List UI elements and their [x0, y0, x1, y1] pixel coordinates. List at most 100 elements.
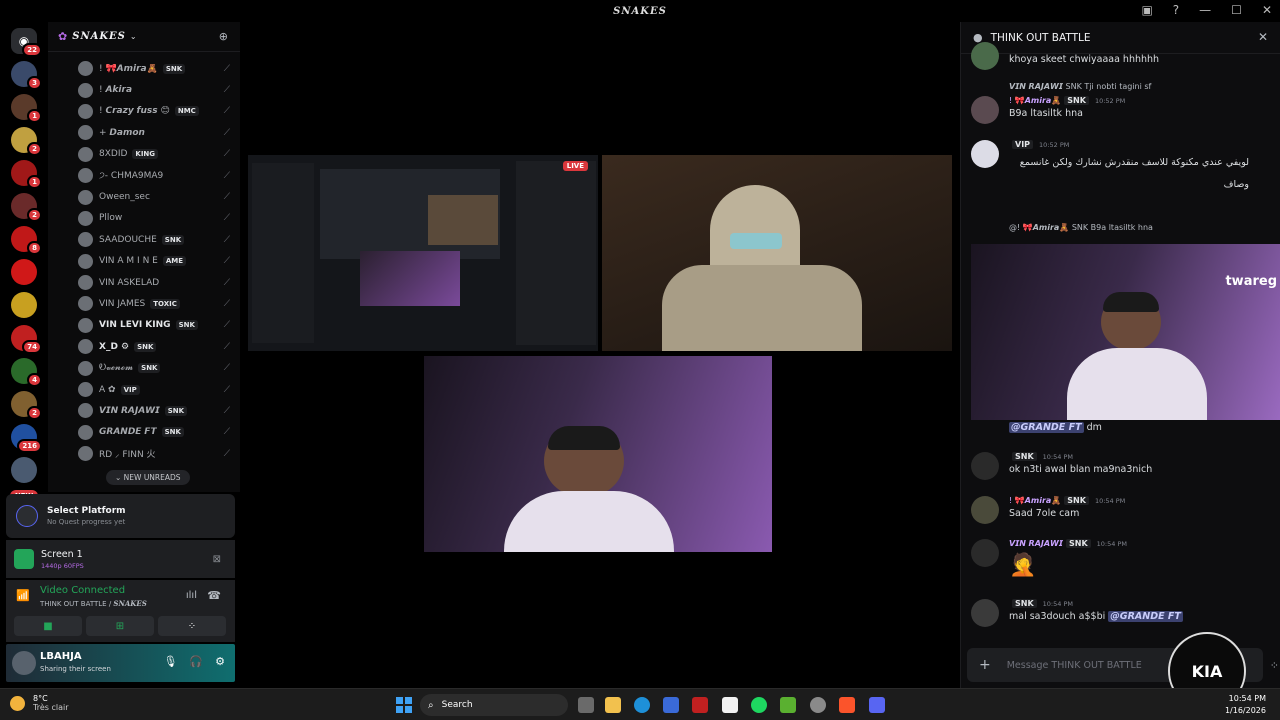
member-name: A ✿: [99, 384, 116, 395]
taskbar-search[interactable]: ⌕ Search: [420, 694, 568, 716]
mention[interactable]: @GRANDE FT: [1108, 611, 1183, 622]
live-badge: LIVE: [562, 161, 588, 171]
mention[interactable]: @GRANDE FT: [1009, 422, 1084, 433]
reply-preview[interactable]: 𝙑𝙄𝙉 𝙍𝘼𝙅𝘼𝙒𝙄 SNK Tji nobti tagini sf: [1009, 82, 1151, 91]
avatar: [971, 452, 999, 480]
brave-icon[interactable]: [839, 697, 855, 713]
help-icon[interactable]: ?: [1173, 3, 1179, 17]
voice-member-list: ! 🎀𝘼𝙢𝙞𝙧𝙖🧸 SNK ⟋! 𝘼𝙠𝙞𝙧𝙖 ⟋! 𝘾𝙧𝙖𝙯𝙮 𝙛𝙪𝙨𝙨 😊 NMC ⟋ +…: [48, 52, 240, 464]
voice-member[interactable]: Oween_sec ⟋: [48, 186, 240, 207]
voice-member[interactable]: ! 𝘼𝙠𝙞𝙧𝙖 ⟋: [48, 79, 240, 100]
server-badge: 2: [27, 406, 42, 420]
voice-member[interactable]: ! 🎀𝘼𝙢𝙞𝙧𝙖🧸 SNK ⟋: [48, 58, 240, 79]
weather-widget[interactable]: 8°C Très clair: [10, 694, 69, 712]
guild-header[interactable]: ✿ SNAKES ⌄ ⊕: [48, 22, 240, 52]
camera-tile-hooded-user[interactable]: [602, 155, 952, 351]
server-icon[interactable]: [11, 457, 37, 483]
voicemod-icon[interactable]: [692, 697, 708, 713]
composer-placeholder[interactable]: Message THINK OUT BATTLE: [1007, 660, 1142, 671]
voice-member[interactable]: Ꭷ𝓿𝓮𝓷𝓸𝓶 SNK ⟋: [48, 357, 240, 378]
maximize-button[interactable]: ☐: [1231, 3, 1242, 17]
close-chat-icon[interactable]: ✕: [1258, 30, 1268, 44]
avatar: [78, 317, 93, 333]
server-icon[interactable]: 3: [11, 61, 42, 90]
muted-icon: ⟋: [223, 320, 230, 331]
voice-member[interactable]: ! 𝘾𝙧𝙖𝙯𝙮 𝙛𝙪𝙨𝙨 😊 NMC ⟋: [48, 101, 240, 122]
voice-member[interactable]: 𝙂𝙍𝘼𝙉𝘿𝙀 𝙁𝙏 SNK ⟋: [48, 422, 240, 443]
author-name[interactable]: ! 🎀𝘼𝙢𝙞𝙧𝙖🧸: [1009, 496, 1061, 505]
add-member-icon[interactable]: ⊕: [219, 30, 228, 43]
screen-share-tile[interactable]: LIVE: [248, 155, 598, 351]
apps-icon[interactable]: ⁘: [1270, 659, 1279, 672]
server-icon[interactable]: 2: [11, 127, 42, 156]
activities-button[interactable]: ⁘: [158, 616, 226, 636]
microphone-icon[interactable]: 🎙: [163, 655, 177, 668]
close-button[interactable]: ✕: [1262, 3, 1272, 17]
muted-icon: ⟋: [223, 106, 230, 117]
voice-member[interactable]: + 𝘿𝙖𝙢𝙤𝙣 ⟋: [48, 122, 240, 143]
member-name: Pllow: [99, 213, 123, 224]
home-button[interactable]: ◉ 22: [11, 28, 42, 57]
headphones-icon[interactable]: 🎧: [189, 655, 203, 668]
voice-status[interactable]: Video Connected: [40, 585, 125, 596]
start-button[interactable]: [396, 697, 412, 713]
timestamp: 10:52 PM: [1094, 97, 1126, 105]
quest-panel[interactable]: Select Platform No Quest progress yet: [6, 494, 235, 538]
game-launcher-icon[interactable]: [780, 697, 796, 713]
avatar[interactable]: [12, 651, 36, 675]
noise-suppression-icon[interactable]: ılıl: [186, 590, 197, 601]
voice-member[interactable]: Pllow ⟋: [48, 208, 240, 229]
inbox-icon[interactable]: ▣: [1141, 3, 1152, 17]
share-screen-button[interactable]: ⊞: [86, 616, 154, 636]
voice-member[interactable]: X_D ⚙ SNK ⟋: [48, 336, 240, 357]
member-name: 𝙑𝙄𝙉 𝙍𝘼𝙅𝘼𝙒𝙄: [99, 405, 160, 416]
server-icon[interactable]: [11, 259, 37, 285]
disconnect-icon[interactable]: ☎: [207, 589, 221, 602]
voice-member[interactable]: SAADOUCHE SNK ⟋: [48, 229, 240, 250]
message-header: VIP 10:52 PM: [1009, 140, 1069, 149]
task-view-icon[interactable]: [578, 697, 594, 713]
camera-button[interactable]: ■: [14, 616, 82, 636]
new-unreads-pill[interactable]: ⌄ NEW UNREADS: [106, 470, 190, 485]
voice-member[interactable]: ੭- CHMA9MA9 ⟋: [48, 165, 240, 186]
server-icon[interactable]: 2: [11, 193, 42, 222]
spotify-icon[interactable]: [751, 697, 767, 713]
server-icon[interactable]: 1: [11, 160, 42, 189]
author-name[interactable]: ! 🎀𝘼𝙢𝙞𝙧𝙖🧸: [1009, 96, 1061, 105]
voice-member[interactable]: VIN ASKELAD ⟋: [48, 272, 240, 293]
voice-member[interactable]: RD ⸝ FINN 火 ⟋: [48, 443, 240, 464]
voice-member[interactable]: A ✿ VIP ⟋: [48, 379, 240, 400]
document-icon[interactable]: [722, 697, 738, 713]
avatar: [78, 403, 93, 419]
voice-member[interactable]: 𝙑𝙄𝙉 𝙍𝘼𝙅𝘼𝙒𝙄 SNK ⟋: [48, 400, 240, 421]
voice-member[interactable]: 8XDID KING ⟋: [48, 144, 240, 165]
system-clock[interactable]: 10:54 PM 1/16/2026: [1225, 693, 1266, 717]
settings-gear-icon[interactable]: ⚙: [215, 655, 225, 668]
voice-member[interactable]: VIN LEVI KING SNK ⟋: [48, 315, 240, 336]
overlay-camera-tile[interactable]: twareg: [971, 244, 1280, 420]
server-icon[interactable]: 1: [11, 94, 42, 123]
discord-taskbar-icon[interactable]: [869, 697, 885, 713]
member-tag: KING: [132, 149, 159, 160]
obs-icon[interactable]: [810, 697, 826, 713]
plus-icon[interactable]: +: [979, 657, 991, 673]
minimize-button[interactable]: —: [1199, 3, 1211, 17]
reply-preview[interactable]: @! 🎀𝘼𝙢𝙞𝙧𝙖🧸 SNK B9a ltasiltk hna: [1009, 223, 1153, 232]
server-icon[interactable]: 8: [11, 226, 42, 255]
edge-icon[interactable]: [634, 697, 650, 713]
server-icon[interactable]: [11, 292, 37, 318]
server-icon[interactable]: 216: [11, 424, 42, 453]
store-icon[interactable]: [663, 697, 679, 713]
voice-member[interactable]: VIN A M I N E AME ⟋: [48, 251, 240, 272]
file-explorer-icon[interactable]: [605, 697, 621, 713]
signal-icon[interactable]: 📶: [16, 589, 30, 602]
server-icon[interactable]: 74: [11, 325, 42, 354]
avatar: [78, 446, 93, 462]
author-name[interactable]: 𝙑𝙄𝙉 𝙍𝘼𝙅𝘼𝙒𝙄: [1009, 539, 1063, 548]
voice-member[interactable]: VIN JAMES TOXIC ⟋: [48, 293, 240, 314]
screen-icon: ⊞: [115, 620, 125, 632]
stop-share-icon[interactable]: ⊠: [213, 554, 221, 565]
server-icon[interactable]: 2: [11, 391, 42, 420]
server-icon[interactable]: 4: [11, 358, 42, 387]
camera-tile-main-user[interactable]: [424, 356, 772, 552]
